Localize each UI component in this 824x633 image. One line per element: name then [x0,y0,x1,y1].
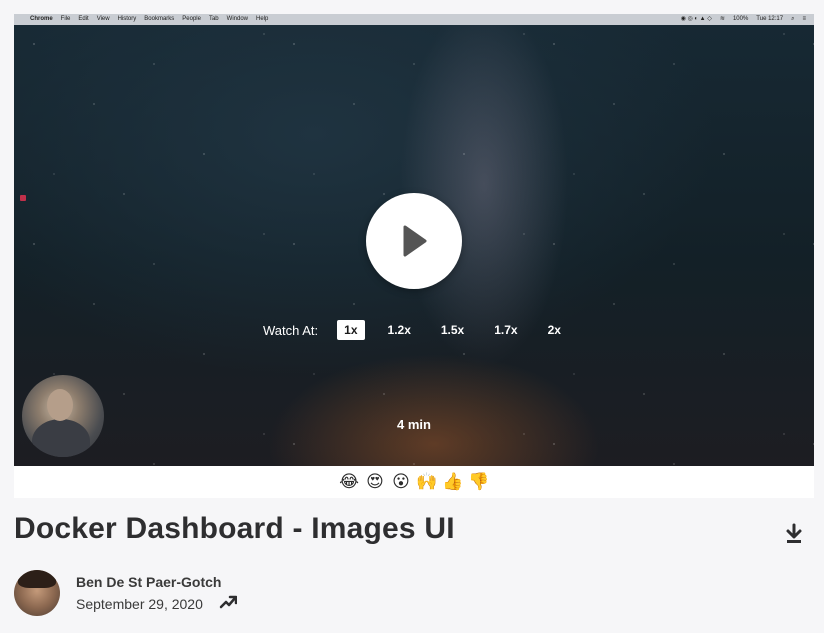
speed-option-1x[interactable]: 1x [337,320,365,340]
recording-indicator [20,195,26,201]
menubar-item: Bookmarks [144,16,175,22]
speed-option-1-5x[interactable]: 1.5x [434,320,471,340]
reaction-surprised[interactable]: 😮 [391,472,411,492]
play-button[interactable] [366,193,462,289]
menubar-item: Edit [78,16,89,22]
presenter-head [47,389,73,421]
webcam-overlay [22,375,104,457]
playback-speed-selector: Watch At: 1x 1.2x 1.5x 1.7x 2x [263,319,584,341]
menubar-item: Window [226,16,248,22]
publish-date: September 29, 2020 [76,596,203,612]
reaction-thumbs-up[interactable]: 👍 [442,472,463,492]
author-name[interactable]: Ben De St Paer-Gotch [76,574,221,590]
search-icon: ⌕ [791,16,795,22]
menubar-item: View [96,16,110,22]
wifi-icon: ≋ [719,16,725,22]
speed-label: Watch At: [263,322,319,338]
list-icon: ≡ [802,16,806,22]
video-player[interactable]: Chrome File Edit View History Bookmarks … [14,14,814,466]
menubar-item: People [182,16,201,22]
reaction-laugh[interactable]: 😂 [339,472,359,492]
reaction-heart-eyes[interactable]: 😍 [365,472,385,492]
trend-button[interactable] [219,594,238,610]
reaction-thumbs-down[interactable]: 👎 [468,472,489,492]
download-button[interactable] [784,523,804,545]
video-duration: 4 min [397,417,431,432]
avatar-hair [18,570,56,588]
menubar-app-name: Chrome [30,16,53,22]
trending-up-icon [219,595,238,609]
menubar-item: History [117,16,137,22]
menubar-clock: Tue 12:17 [756,16,784,22]
reaction-bar: 😂 😍 😮 🙌 👍 👎 [14,466,814,498]
menubar-battery: 100% [732,16,749,22]
speed-option-1-2x[interactable]: 1.2x [381,320,418,340]
download-icon [786,523,802,543]
menubar-item: Help [256,16,269,22]
speed-option-2x[interactable]: 2x [541,320,568,340]
author-avatar[interactable] [14,570,60,616]
menubar-item: File [60,16,71,22]
presenter-torso [32,419,90,457]
reaction-raised-hands[interactable]: 🙌 [416,472,437,492]
menubar-status-icons: ◉ ◎ ◐ ▲ ◇ [680,16,712,22]
screen-menubar: Chrome File Edit View History Bookmarks … [14,14,814,25]
menubar-item: Tab [208,16,219,22]
video-title: Docker Dashboard - Images UI [14,512,455,545]
speed-option-1-7x[interactable]: 1.7x [487,320,524,340]
play-icon [403,225,427,257]
